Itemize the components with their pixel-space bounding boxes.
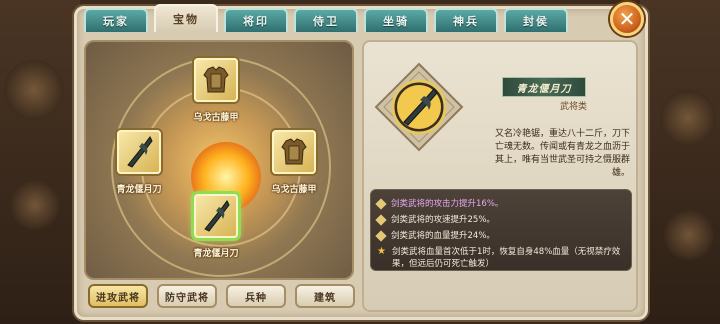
treasure-slot-right[interactable] [272, 130, 316, 174]
tab-treasure[interactable]: 宝物 [154, 4, 218, 32]
slot-label-right: 乌戈古藤甲 [271, 185, 317, 195]
game-background-right [640, 0, 720, 324]
tab-player[interactable]: 玩家 [84, 8, 148, 32]
armor-icon [203, 66, 229, 93]
diamond-icon [375, 214, 387, 226]
treasure-slot-bottom[interactable] [194, 194, 238, 238]
game-background-left [0, 0, 80, 324]
treasure-slot-top[interactable] [194, 58, 238, 102]
effect-item: 剑类武将的攻速提升25%。 [375, 214, 625, 226]
tab-mount[interactable]: 坐骑 [364, 8, 428, 32]
item-description: 又名冷艳锯，重达八十二斤，刀下亡魂无数。传闻或有青龙之血沥于其上，唯有当世武圣可… [494, 129, 630, 178]
background-decoration [10, 180, 60, 230]
effect-text: 剑类武将血量首次低于1时，恢复自身48%血量（无视禁疗效果，但远后仍可死亡触发） [391, 247, 621, 269]
diamond-icon [375, 198, 387, 210]
tab-bar: 玩家 宝物 将印 侍卫 坐骑 神兵 封侯 [84, 4, 568, 32]
item-name-banner: 青龙偃月刀 [502, 77, 586, 97]
star-icon: ★ [377, 246, 386, 257]
slot-label-left: 青龙偃月刀 [116, 185, 162, 195]
item-category: 武将类 [560, 102, 588, 112]
effects-list: 剑类武将的攻击力提升16%。 剑类武将的攻速提升25%。 剑类武将的血量提升24… [370, 189, 632, 271]
tab-nobility[interactable]: 封侯 [504, 8, 568, 32]
background-decoration [660, 90, 716, 146]
slot-label-top: 乌戈古藤甲 [193, 113, 239, 123]
effect-item: ★ 剑类武将血量首次低于1时，恢复自身48%血量（无视禁疗效果，但远后仍可死亡触… [377, 246, 625, 270]
effect-text: 剑类武将的攻速提升25%。 [391, 215, 495, 225]
blade-icon [127, 136, 153, 168]
background-decoration [664, 210, 714, 260]
effect-text: 剑类武将的攻击力提升16%。 [391, 199, 504, 209]
treasure-slot-left[interactable] [117, 130, 161, 174]
blade-icon [204, 200, 230, 232]
building-button[interactable]: 建筑 [295, 284, 355, 308]
armor-icon [281, 138, 307, 165]
close-x-icon: ✕ [618, 7, 636, 31]
close-button[interactable]: ✕ [610, 2, 644, 36]
effect-item: 剑类武将的血量提升24%。 [375, 230, 625, 242]
background-decoration [4, 60, 64, 120]
unit-filter-bar: 进攻武将 防守武将 兵种 建筑 [88, 284, 355, 308]
defense-general-button[interactable]: 防守武将 [157, 284, 217, 308]
effect-text: 剑类武将的血量提升24%。 [391, 231, 495, 241]
tab-seal[interactable]: 将印 [224, 8, 288, 32]
attack-general-button[interactable]: 进攻武将 [88, 284, 148, 308]
effect-item: 剑类武将的攻击力提升16%。 [375, 198, 625, 210]
tab-guard[interactable]: 侍卫 [294, 8, 358, 32]
tab-divine-weapon[interactable]: 神兵 [434, 8, 498, 32]
diamond-icon [375, 230, 387, 242]
slot-label-bottom: 青龙偃月刀 [193, 249, 239, 259]
troop-type-button[interactable]: 兵种 [226, 284, 286, 308]
item-emblem [374, 62, 464, 152]
